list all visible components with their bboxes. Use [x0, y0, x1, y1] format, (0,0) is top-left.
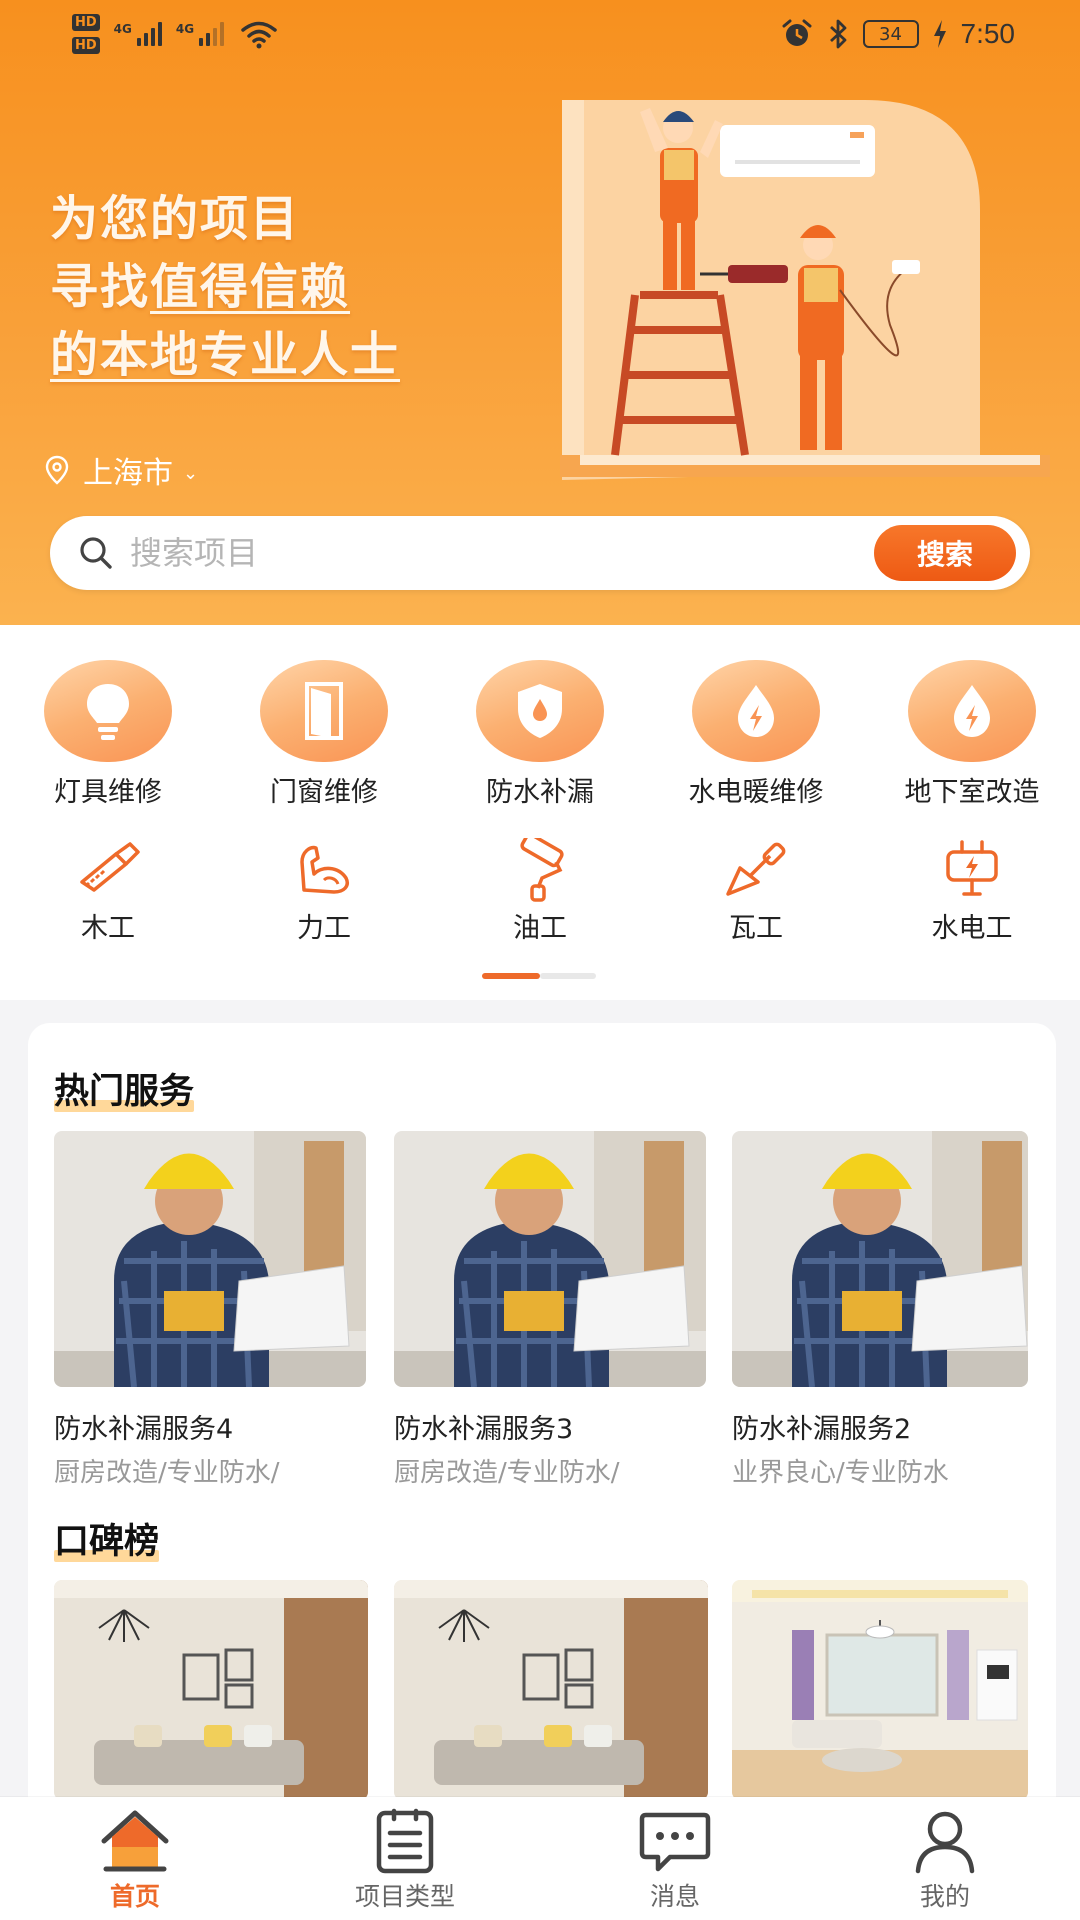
- tab-profile[interactable]: 我的: [810, 1797, 1080, 1920]
- category-label: 灯具维修: [54, 777, 162, 808]
- service-name: 防水补漏服务4: [54, 1414, 234, 1445]
- headline-line-1: 为您的项目: [50, 191, 301, 247]
- living-room-photo: [54, 1580, 368, 1800]
- door-icon: [260, 660, 388, 762]
- trowel-icon: [726, 842, 786, 896]
- search-icon: [80, 537, 112, 569]
- drop-bolt-icon: [692, 660, 820, 762]
- home-icon: [101, 1810, 169, 1872]
- search-input[interactable]: [130, 534, 830, 572]
- trade-label: 力工: [297, 913, 351, 944]
- content-card: 热门服务 防水补漏服务4 厨房改造/专业防水/ 防水补漏服务3 厨房改造/专业防…: [28, 1023, 1056, 1920]
- category-label: 水电暖维修: [688, 777, 824, 808]
- status-bar: HD HD 4G 4G 34 7:50: [0, 0, 1080, 80]
- tab-label: 我的: [919, 1882, 970, 1911]
- service-name: 防水补漏服务3: [394, 1414, 574, 1445]
- signal-icon-2: 4G: [176, 22, 225, 46]
- category-item-lighting-repair[interactable]: 灯具维修: [0, 660, 216, 809]
- category-grid: 灯具维修 门窗维修 防水补漏 水电暖维修 地下室改造 木工 力工 油工 瓦工 水…: [0, 625, 1080, 1000]
- app-screen: HD HD 4G 4G 34 7:50 为您的项目 寻找值得信赖 的本地专业人士…: [0, 0, 1080, 1920]
- tab-messages[interactable]: 消息: [540, 1797, 810, 1920]
- shield-drop-icon: [476, 660, 604, 762]
- trade-item-laborer[interactable]: 力工: [216, 838, 432, 945]
- category-row-services: 灯具维修 门窗维修 防水补漏 水电暖维修 地下室改造: [0, 660, 1080, 809]
- service-tags: 厨房改造/专业防水/: [394, 1458, 620, 1488]
- paint-roller-icon: [520, 838, 564, 902]
- tab-project-types[interactable]: 项目类型: [270, 1797, 540, 1920]
- headline-line-3: 的本地专业人士: [50, 327, 401, 383]
- service-photo: [394, 1131, 706, 1388]
- category-item-basement-renovation[interactable]: 地下室改造: [864, 660, 1080, 809]
- trade-label: 油工: [513, 913, 567, 944]
- section-title-hot-services: 热门服务: [54, 1072, 195, 1112]
- hero-banner: HD HD 4G 4G 34 7:50 为您的项目 寻找值得信赖 的本地专业人士…: [0, 0, 1080, 625]
- alarm-icon: [782, 19, 811, 46]
- trade-item-tiler[interactable]: 瓦工: [648, 838, 864, 945]
- search-button[interactable]: 搜索: [874, 525, 1016, 581]
- category-item-door-window-repair[interactable]: 门窗维修: [216, 660, 432, 809]
- living-room-photo: [394, 1580, 708, 1800]
- service-card[interactable]: 防水补漏服务4 厨房改造/专业防水/: [54, 1131, 366, 1489]
- category-item-waterproofing[interactable]: 防水补漏: [432, 660, 648, 809]
- service-card[interactable]: 防水补漏服务2 业界良心/专业防水: [732, 1131, 1044, 1489]
- city-name: 上海市: [83, 456, 173, 491]
- signal-icon-1: 4G: [114, 22, 162, 46]
- tab-label: 项目类型: [354, 1882, 455, 1911]
- lightbulb-icon: [44, 660, 172, 762]
- tab-label: 首页: [109, 1882, 160, 1911]
- reputation-card[interactable]: [54, 1580, 368, 1800]
- person-icon: [915, 1811, 975, 1874]
- trade-item-painter[interactable]: 油工: [432, 838, 648, 945]
- bottom-tab-bar: 首页 项目类型 消息 我的: [0, 1797, 1080, 1920]
- service-tags: 厨房改造/专业防水/: [54, 1458, 280, 1488]
- service-name: 防水补漏服务2: [732, 1414, 912, 1445]
- chevron-down-icon: ⌄: [183, 462, 199, 484]
- section-title-reputation: 口碑榜: [54, 1522, 160, 1562]
- service-tags: 业界良心/专业防水: [732, 1458, 949, 1488]
- category-page-indicator: [482, 973, 596, 979]
- charging-icon: [933, 20, 946, 48]
- category-row-trades: 木工 力工 油工 瓦工 水电工: [0, 838, 1080, 945]
- location-pin-icon: [45, 455, 69, 485]
- status-time: 7:50: [960, 18, 1016, 49]
- hero-headline: 为您的项目 寻找值得信赖 的本地专业人士: [50, 185, 400, 389]
- trade-label: 木工: [81, 913, 135, 944]
- clipboard-list-icon: [376, 1808, 434, 1874]
- reputation-card[interactable]: [394, 1580, 708, 1800]
- tab-label: 消息: [649, 1882, 700, 1911]
- hd-badge-2: HD: [72, 37, 100, 54]
- plug-bolt-icon: [946, 840, 998, 896]
- drop-bolt-icon: [908, 660, 1036, 762]
- trade-item-electrician[interactable]: 水电工: [864, 838, 1080, 945]
- category-item-plumbing-heating[interactable]: 水电暖维修: [648, 660, 864, 809]
- category-label: 门窗维修: [270, 777, 378, 808]
- city-selector[interactable]: 上海市 ⌄: [45, 448, 198, 492]
- category-label: 地下室改造: [904, 777, 1040, 808]
- search-bar: 搜索: [50, 516, 1030, 590]
- chat-bubble-icon: [639, 1812, 711, 1872]
- service-photo: [54, 1131, 366, 1388]
- wifi-icon: [241, 21, 277, 49]
- trade-label: 瓦工: [729, 913, 783, 944]
- bluetooth-icon: [829, 19, 846, 49]
- hd-badge-1: HD: [72, 14, 100, 31]
- living-room-photo: [732, 1580, 1028, 1800]
- category-label: 防水补漏: [486, 777, 594, 808]
- reputation-card[interactable]: [732, 1580, 1028, 1800]
- headline-line-2: 寻找值得信赖: [50, 259, 351, 315]
- trade-item-carpenter[interactable]: 木工: [0, 838, 216, 945]
- service-card[interactable]: 防水补漏服务3 厨房改造/专业防水/: [394, 1131, 706, 1489]
- tab-home[interactable]: 首页: [0, 1797, 270, 1920]
- saw-icon: [80, 842, 140, 892]
- trade-label: 水电工: [931, 913, 1013, 944]
- service-photo: [732, 1131, 1044, 1388]
- muscle-arm-icon: [300, 845, 349, 894]
- workers-illustration: [560, 100, 1050, 480]
- battery-icon: 34: [862, 20, 919, 48]
